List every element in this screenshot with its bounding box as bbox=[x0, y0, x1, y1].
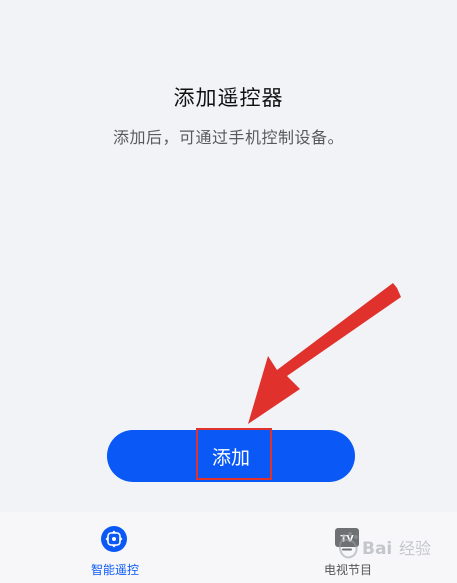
add-remote-screen: 添加遥控器 添加后，可通过手机控制设备。 添加 智能遥控 TV 电视节目 Bai… bbox=[0, 0, 457, 583]
tv-icon: TV bbox=[335, 528, 359, 551]
tv-icon-text: TV bbox=[340, 535, 353, 545]
annotation-highlight-box bbox=[196, 428, 272, 480]
bottom-tab-bar: 智能遥控 TV 电视节目 bbox=[0, 512, 457, 583]
remote-control-icon bbox=[101, 526, 127, 552]
page-subtitle: 添加后，可通过手机控制设备。 bbox=[112, 128, 344, 147]
tab-smart-remote[interactable]: 智能遥控 bbox=[55, 512, 175, 583]
tab-tv-programs-label: 电视节目 bbox=[323, 563, 372, 577]
page-title: 添加遥控器 bbox=[173, 86, 284, 110]
tab-tv-programs[interactable]: TV 电视节目 bbox=[288, 512, 408, 583]
tab-smart-remote-label: 智能遥控 bbox=[90, 563, 139, 577]
